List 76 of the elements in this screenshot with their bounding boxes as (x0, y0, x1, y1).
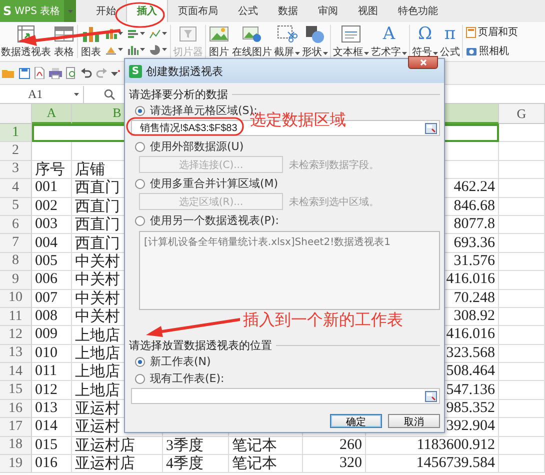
ribbon-button[interactable]: 文本框 (332, 23, 370, 60)
ribbon-tab[interactable]: 公式 (228, 0, 268, 22)
ribbon-button[interactable]: 形状 (301, 23, 329, 60)
table-cell: 003 (32, 216, 72, 234)
row-number[interactable]: 4 (0, 179, 32, 198)
table-cell: 011 (32, 363, 72, 382)
row-number[interactable]: 5 (0, 198, 32, 216)
ribbon-button[interactable]: 截屏 (273, 23, 301, 60)
table-cell: 002 (32, 198, 72, 216)
table-cell: 005 (32, 252, 72, 272)
table-cell: 016 (32, 455, 72, 474)
row-number[interactable]: 19 (0, 455, 32, 474)
row-number[interactable]: 14 (0, 363, 32, 382)
row-number[interactable]: 17 (0, 418, 32, 437)
row-number[interactable]: 9 (0, 271, 32, 290)
table-cell: 010 (32, 344, 72, 364)
ribbon-tab[interactable]: 开始 (86, 0, 126, 22)
ribbon-tab[interactable]: 视图 (348, 0, 388, 22)
row-number[interactable]: 8 (0, 252, 32, 272)
table-cell: 006 (32, 271, 72, 290)
ribbon-tab[interactable]: 特色功能 (388, 0, 448, 22)
group-label: 请选择要分析的数据 (129, 87, 228, 102)
table-cell: 012 (32, 381, 72, 400)
dialog-button[interactable]: 取消 (388, 414, 440, 428)
ribbon-tab[interactable]: 审阅 (308, 0, 348, 22)
dialog-button[interactable]: 确定 (330, 414, 382, 428)
ribbon-tab[interactable]: 数据 (268, 0, 308, 22)
row-number[interactable]: 6 (0, 216, 32, 234)
symbol-icon: A (382, 24, 396, 44)
ribbon-button[interactable]: Ω 符号 (411, 23, 439, 60)
row-number[interactable]: 3 (0, 160, 32, 180)
table-cell: 001 (32, 179, 72, 198)
row-number[interactable]: 2 (0, 142, 32, 161)
ribbon-button[interactable]: 页眉和页 (466, 25, 518, 40)
column-header[interactable]: G (499, 104, 545, 124)
table-cell: 014 (32, 418, 72, 437)
table-cell: 320 (303, 455, 366, 474)
row-number[interactable]: 18 (0, 436, 32, 456)
row-number[interactable]: 15 (0, 381, 32, 400)
symbol-icon: Ω (418, 24, 432, 44)
table-cell: 1183600.912 (366, 436, 499, 456)
table-cell: 亚运村店 (72, 436, 163, 456)
row-number[interactable]: 12 (0, 326, 32, 345)
ribbon-button[interactable]: 照相机 (466, 44, 518, 58)
ribbon-button[interactable]: 图片 (207, 23, 231, 60)
ribbon-tab[interactable]: 页面布局 (168, 0, 228, 22)
table-cell: 序号 (32, 160, 72, 180)
ribbon-button[interactable]: A 艺术字 (370, 23, 408, 60)
dialog-title: 创建数据透视表 (146, 64, 223, 78)
table-cell: 1456739.584 (366, 455, 499, 474)
table-cell: 015 (32, 436, 72, 456)
ribbon-button[interactable]: 在线图片 (231, 23, 273, 60)
row-number[interactable]: 7 (0, 234, 32, 253)
row-number[interactable]: 13 (0, 344, 32, 364)
option-label[interactable]: 使用外部数据源(U) (150, 139, 244, 154)
table-cell: 3季度 (163, 436, 229, 456)
row-number[interactable]: 16 (0, 400, 32, 418)
table-cell: 007 (32, 290, 72, 308)
status-note: 未检索到数据字段。 (289, 158, 379, 172)
table-cell: 004 (32, 234, 72, 253)
table-cell: 008 (32, 308, 72, 326)
ribbon-tab[interactable]: 插入 (126, 0, 168, 22)
table-cell: 009 (32, 326, 72, 345)
name-box[interactable]: A1 (0, 86, 84, 102)
table-cell: 笔记本 (229, 455, 303, 474)
list-box[interactable]: [计算机设备全年销量统计表.xlsx]Sheet2!数据透视表1 (139, 231, 440, 310)
table-cell: 260 (303, 436, 366, 456)
table-cell: 4季度 (163, 455, 229, 474)
row-number[interactable]: 11 (0, 308, 32, 326)
app-logo: S (129, 64, 142, 78)
ribbon-button[interactable]: π 公式 (439, 23, 461, 60)
symbol-icon: π (444, 24, 456, 44)
table-cell: 013 (32, 400, 72, 418)
table-cell: 亚运村店 (72, 455, 163, 474)
row-number[interactable]: 10 (0, 290, 32, 308)
table-cell: 笔记本 (229, 436, 303, 456)
